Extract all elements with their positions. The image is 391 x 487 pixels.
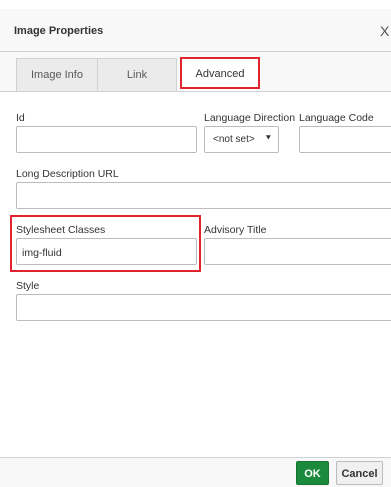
close-icon[interactable]: X [380, 24, 389, 38]
tab-link[interactable]: Link [97, 58, 177, 91]
tab-image-info[interactable]: Image Info [16, 58, 98, 91]
language-direction-value: <not set> [213, 134, 255, 145]
top-strip [0, 0, 391, 9]
id-input[interactable] [16, 126, 197, 153]
dialog-title: Image Properties [14, 25, 104, 37]
image-properties-dialog: Image Properties X Image Info Link Advan… [0, 0, 391, 487]
language-direction-label: Language Direction [204, 112, 296, 124]
dialog-footer [0, 457, 391, 487]
advisory-title-input[interactable] [204, 238, 391, 265]
long-description-url-input[interactable] [16, 182, 391, 209]
ok-button[interactable]: OK [296, 461, 329, 485]
long-description-url-label: Long Description URL [16, 168, 119, 180]
cancel-button[interactable]: Cancel [336, 461, 383, 485]
language-direction-select[interactable]: <not set> ⯆ [204, 126, 279, 153]
style-label: Style [16, 280, 40, 292]
chevron-down-icon: ⯆ [264, 133, 272, 143]
style-input[interactable] [16, 294, 391, 321]
language-code-input[interactable] [299, 126, 391, 153]
language-code-label: Language Code [299, 112, 374, 124]
advanced-tab-highlight [180, 57, 260, 89]
stylesheet-classes-highlight [10, 215, 201, 272]
id-label: Id [16, 112, 25, 124]
advisory-title-label: Advisory Title [204, 224, 267, 236]
